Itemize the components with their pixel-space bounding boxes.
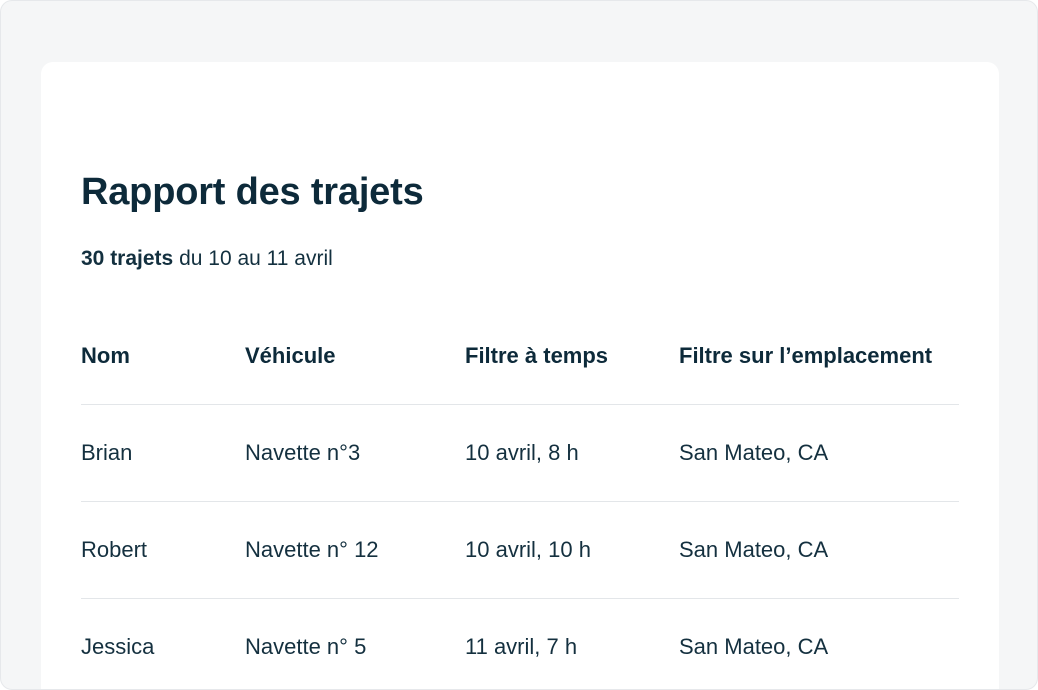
page-background: Rapport des trajets 30 trajets du 10 au … [0, 0, 1038, 690]
page-title: Rapport des trajets [81, 171, 424, 213]
date-range: du 10 au 11 avril [173, 247, 333, 270]
cell-vehicle: Navette n° 5 [245, 634, 367, 659]
cell-location: San Mateo, CA [679, 440, 829, 465]
cell-vehicle: Navette n° 12 [245, 537, 379, 562]
column-header-name: Nom [81, 343, 130, 368]
cell-time: 11 avril, 7 h [465, 634, 578, 659]
report-card: Rapport des trajets 30 trajets du 10 au … [41, 62, 999, 689]
trips-table: Nom Véhicule Filtre à temps Filtre sur l… [81, 308, 959, 689]
table-row: Brian Navette n°3 10 avril, 8 h San Mate… [81, 404, 959, 501]
table-row: Robert Navette n° 12 10 avril, 10 h San … [81, 501, 959, 598]
cell-location: San Mateo, CA [679, 634, 829, 659]
column-header-time-filter: Filtre à temps [465, 343, 609, 368]
cell-time: 10 avril, 8 h [465, 440, 579, 465]
table-row: Jessica Navette n° 5 11 avril, 7 h San M… [81, 598, 959, 689]
cell-name: Jessica [81, 634, 155, 659]
report-summary: 30 trajets du 10 au 11 avril [81, 245, 333, 273]
cell-location: San Mateo, CA [679, 537, 829, 562]
table-header-row: Nom Véhicule Filtre à temps Filtre sur l… [81, 308, 959, 404]
column-header-vehicle: Véhicule [245, 343, 336, 368]
cell-vehicle: Navette n°3 [245, 440, 361, 465]
trip-count: 30 trajets [81, 247, 174, 270]
column-header-location-filter: Filtre sur l’emplacement [679, 343, 933, 368]
cell-name: Brian [81, 440, 133, 465]
cell-name: Robert [81, 537, 148, 562]
cell-time: 10 avril, 10 h [465, 537, 591, 562]
